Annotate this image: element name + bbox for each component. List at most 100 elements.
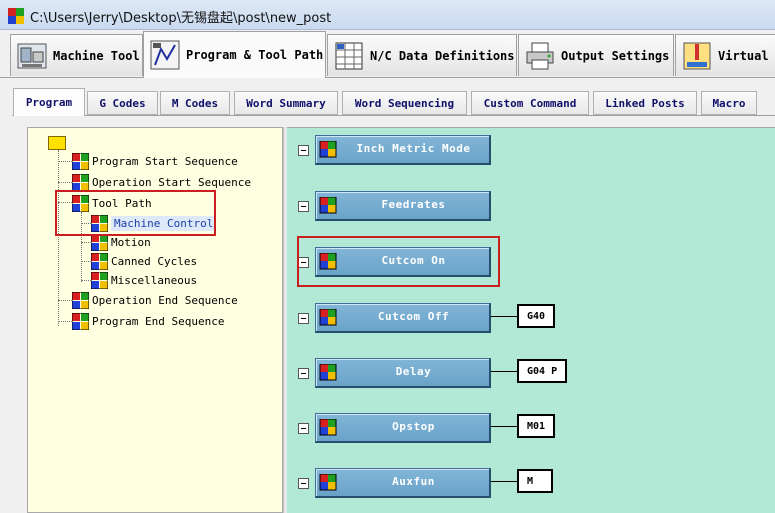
tree-item-program-end-sequence[interactable]: Program End Sequence <box>72 312 224 330</box>
tree-item-operation-start-sequence[interactable]: Operation Start Sequence <box>72 173 251 191</box>
cutcom-off-button[interactable]: Cutcom Off <box>315 303 491 333</box>
tree-connector <box>58 202 72 203</box>
cube-icon <box>72 152 89 170</box>
tree-item-motion[interactable]: Motion <box>91 233 151 251</box>
feedrates-button[interactable]: Feedrates <box>315 191 491 221</box>
tab-virtual-machine-label: Virtual M <box>718 48 775 63</box>
tree-item-operation-end-sequence[interactable]: Operation End Sequence <box>72 291 238 309</box>
command-label: Auxfun <box>392 475 435 488</box>
tree-item-label: Operation End Sequence <box>92 293 238 307</box>
command-row-cutcom-on: Cutcom On <box>287 245 775 277</box>
tree-connector <box>58 182 72 183</box>
tree-item-canned-cycles[interactable]: Canned Cycles <box>91 252 197 270</box>
connector-line <box>491 371 517 372</box>
main-tab-bar: Machine Tool Program & Tool Path N/C Dat… <box>0 30 775 78</box>
subtab-divider <box>12 115 775 116</box>
delay-button[interactable]: Delay <box>315 358 491 388</box>
window-title: C:\Users\Jerry\Desktop\无锡盘起\post\new_pos… <box>30 11 332 26</box>
tree-connector <box>58 300 72 301</box>
tree-connector <box>81 242 91 243</box>
tab-virtual-machine[interactable]: Virtual M <box>675 34 775 76</box>
opstop-button[interactable]: Opstop <box>315 413 491 443</box>
cube-icon <box>91 252 108 270</box>
tree-item-label: Miscellaneous <box>111 273 198 287</box>
tree-item-miscellaneous[interactable]: Miscellaneous <box>91 271 197 289</box>
cube-icon <box>319 364 337 381</box>
collapse-icon[interactable] <box>298 423 309 434</box>
collapse-icon[interactable] <box>298 368 309 379</box>
collapse-icon[interactable] <box>298 201 309 212</box>
tab-output-settings[interactable]: Output Settings <box>518 34 674 76</box>
subtab-word-summary[interactable]: Word Summary <box>234 91 338 115</box>
tab-program-tool-path[interactable]: Program & Tool Path <box>143 31 326 78</box>
code-value-box[interactable]: M <box>517 469 553 493</box>
collapse-icon[interactable] <box>298 145 309 156</box>
tree-item-label: Operation Start Sequence <box>92 175 251 189</box>
inch-metric-mode-button[interactable]: Inch Metric Mode <box>315 135 491 165</box>
code-value-box[interactable]: G04 P <box>517 359 568 383</box>
title-bar: C:\Users\Jerry\Desktop\无锡盘起\post\new_pos… <box>0 0 775 30</box>
tab-program-tool-path-label: Program & Tool Path <box>186 48 324 62</box>
cube-icon <box>91 214 108 232</box>
subtab-m-codes[interactable]: M Codes <box>160 91 230 115</box>
cube-icon <box>319 141 337 158</box>
tab-machine-tool[interactable]: Machine Tool <box>10 34 143 76</box>
command-label: Cutcom On <box>381 254 446 267</box>
cube-icon <box>319 474 337 491</box>
app-icon <box>8 8 24 24</box>
command-row-delay: Delay G04 P <box>287 356 775 388</box>
subtab-g-codes[interactable]: G Codes <box>87 91 158 115</box>
subtab-custom-command[interactable]: Custom Command <box>471 91 589 115</box>
cube-icon <box>319 419 337 436</box>
tree-connector <box>81 261 91 262</box>
command-panel: Inch Metric Mode Feedrates Cutcom On Cut… <box>287 127 775 513</box>
code-value-box[interactable]: M01 <box>517 414 556 438</box>
collapse-icon[interactable] <box>298 257 309 268</box>
code-value-box[interactable]: G40 <box>517 304 556 328</box>
connector-line <box>491 426 517 427</box>
subtab-word-sequencing[interactable]: Word Sequencing <box>342 91 467 115</box>
tree-item-machine-control[interactable]: Machine Control <box>91 214 217 232</box>
tab-nc-data-definitions[interactable]: N/C Data Definitions <box>327 34 517 76</box>
cube-icon <box>319 197 337 214</box>
tree-item-label: Motion <box>111 235 151 249</box>
subtab-program[interactable]: Program <box>13 88 85 116</box>
sub-tab-bar: Program G Codes M Codes Word Summary Wor… <box>0 78 775 118</box>
tree-item-label: Program Start Sequence <box>92 154 238 168</box>
command-label: Cutcom Off <box>377 310 450 323</box>
cube-icon <box>319 253 337 270</box>
printer-icon <box>526 42 554 69</box>
collapse-icon[interactable] <box>298 478 309 489</box>
tree-item-label: Program End Sequence <box>92 314 225 328</box>
tree-connector <box>58 321 72 322</box>
subtab-linked-posts[interactable]: Linked Posts <box>593 91 697 115</box>
auxfun-button[interactable]: Auxfun <box>315 468 491 498</box>
command-label: Opstop <box>392 420 435 433</box>
cube-icon <box>72 173 89 191</box>
tree-item-label: Tool Path <box>92 196 152 210</box>
root-folder-icon[interactable] <box>48 136 66 150</box>
cutcom-on-button[interactable]: Cutcom On <box>315 247 491 277</box>
tree-item-program-start-sequence[interactable]: Program Start Sequence <box>72 152 238 170</box>
virtual-machine-icon <box>683 42 711 69</box>
command-row-auxfun: Auxfun M <box>287 466 775 498</box>
cube-icon <box>319 309 337 326</box>
command-label: Feedrates <box>381 198 446 211</box>
tree-connector <box>81 223 91 224</box>
collapse-icon[interactable] <box>298 313 309 324</box>
connector-line <box>491 481 517 482</box>
cube-icon <box>72 194 89 212</box>
tree-connector <box>81 280 91 281</box>
tree-item-tool-path[interactable]: Tool Path <box>72 194 152 212</box>
program-tool-path-icon <box>150 40 180 70</box>
cube-icon <box>91 233 108 251</box>
tree-item-label: Machine Control <box>111 215 217 231</box>
tab-nc-data-label: N/C Data Definitions <box>370 48 515 63</box>
tree-connector <box>58 161 72 162</box>
cube-icon <box>91 271 108 289</box>
tab-output-settings-label: Output Settings <box>561 48 670 63</box>
subtab-macro[interactable]: Macro <box>701 91 757 115</box>
cube-icon <box>72 312 89 330</box>
tree-item-label: Canned Cycles <box>111 254 198 268</box>
command-row-feedrates: Feedrates <box>287 189 775 221</box>
